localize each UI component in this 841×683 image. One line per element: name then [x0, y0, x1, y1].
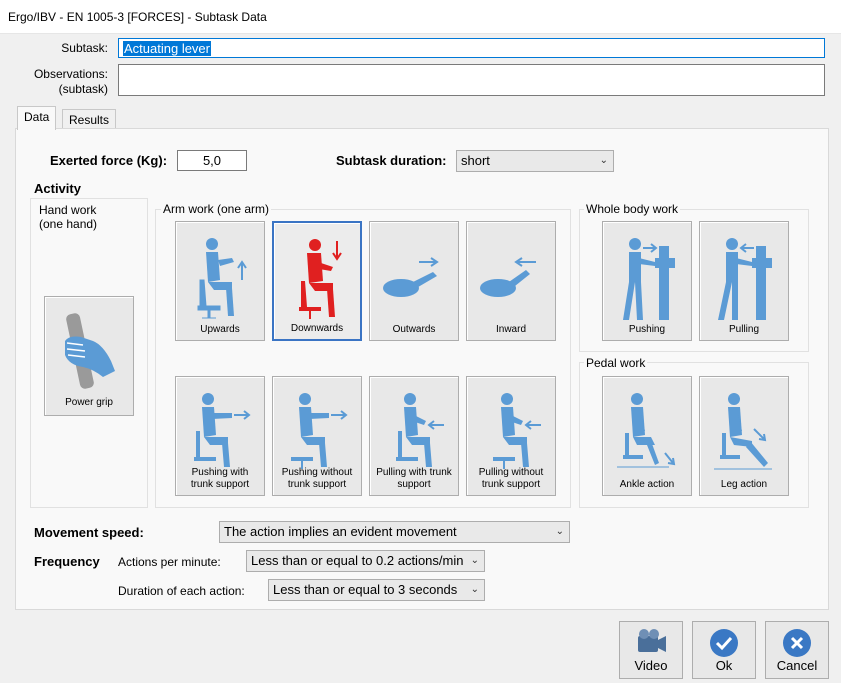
pulling-with-trunk-support-label: Pulling with trunk support	[372, 467, 456, 491]
subtask-input[interactable]: Actuating lever	[118, 38, 825, 58]
chevron-down-icon: ⌄	[470, 555, 479, 566]
duration-of-action-select[interactable]: Less than or equal to 3 seconds ⌄	[268, 579, 485, 601]
person-pushing-unsupported-icon	[291, 393, 348, 469]
pulling-without-line2: trunk support	[481, 479, 541, 490]
close-icon	[783, 629, 811, 657]
arm-downwards-button[interactable]: Downwards	[272, 221, 362, 341]
duration-of-action-value: Less than or equal to 3 seconds	[273, 582, 458, 597]
video-camera-icon	[638, 629, 666, 652]
whole-body-pulling-button[interactable]: Pulling	[699, 221, 789, 341]
person-pushing-wall-icon	[623, 238, 675, 320]
chevron-down-icon: ⌄	[599, 155, 608, 166]
movement-speed-label: Movement speed:	[34, 525, 144, 540]
subtask-value: Actuating lever	[123, 41, 211, 56]
exerted-force-label: Exerted force (Kg):	[50, 153, 168, 168]
exerted-force-input[interactable]: 5,0	[177, 150, 247, 171]
duration-of-action-label: Duration of each action:	[118, 584, 245, 598]
person-pushing-supported-icon	[194, 393, 251, 467]
movement-speed-value: The action implies an evident movement	[224, 524, 457, 539]
observations-label: Observations: (subtask)	[10, 67, 108, 97]
observations-label-line1: Observations:	[33, 67, 108, 81]
whole-body-pulling-label: Pulling	[728, 324, 760, 335]
pedal-work-title: Pedal work	[584, 356, 648, 370]
pulling-with-line1: Pulling with trunk	[376, 467, 452, 478]
video-button-label: Video	[634, 658, 668, 673]
actions-per-minute-value: Less than or equal to 0.2 actions/min	[251, 553, 464, 568]
subtask-label: Subtask:	[61, 41, 108, 55]
checkmark-icon	[710, 629, 738, 657]
power-grip-label: Power grip	[65, 397, 113, 408]
person-sitting-upwards-icon	[197, 238, 247, 319]
ok-button[interactable]: Ok	[692, 621, 756, 679]
person-pulling-supported-icon	[396, 393, 444, 467]
leg-action-button[interactable]: Leg action	[699, 376, 789, 496]
person-pulling-unsupported-icon	[493, 393, 541, 469]
arm-inward-icon	[480, 257, 536, 297]
arm-outwards-button[interactable]: Outwards	[369, 221, 459, 341]
window-title: Ergo/IBV - EN 1005-3 [FORCES] - Subtask …	[0, 0, 841, 34]
person-ankle-pedal-icon	[617, 393, 676, 468]
actions-per-minute-select[interactable]: Less than or equal to 0.2 actions/min ⌄	[246, 550, 485, 572]
activity-title: Activity	[34, 181, 81, 196]
power-grip-button[interactable]: Power grip	[44, 296, 134, 416]
person-pulling-wall-icon	[718, 238, 772, 320]
pushing-with-line1: Pushing with	[191, 467, 249, 478]
frequency-label: Frequency	[34, 554, 100, 569]
observations-label-line2: (subtask)	[58, 82, 108, 96]
person-sitting-downwards-icon	[299, 239, 342, 319]
pulling-without-trunk-support-button[interactable]: Pulling without trunk support	[466, 376, 556, 496]
arm-outwards-label: Outwards	[392, 324, 436, 335]
pulling-without-line1: Pulling without	[478, 467, 544, 478]
pulling-with-line2: support	[397, 479, 431, 490]
power-grip-icon	[65, 313, 115, 389]
arm-upwards-label: Upwards	[200, 324, 240, 335]
pushing-without-line1: Pushing without	[281, 467, 353, 478]
arm-outwards-icon	[383, 257, 439, 297]
subtask-duration-select[interactable]: short ⌄	[456, 150, 614, 172]
arm-work-title: Arm work (one arm)	[161, 202, 272, 216]
subtask-duration-value: short	[461, 153, 490, 168]
whole-body-work-title: Whole body work	[584, 202, 681, 216]
cancel-button-label: Cancel	[776, 658, 818, 673]
subtask-duration-label: Subtask duration:	[336, 153, 447, 168]
ankle-action-label: Ankle action	[619, 479, 675, 490]
movement-speed-select[interactable]: The action implies an evident movement ⌄	[219, 521, 570, 543]
chevron-down-icon: ⌄	[470, 584, 479, 595]
hand-work-title-line1: Hand work	[39, 203, 97, 217]
leg-action-label: Leg action	[720, 479, 768, 490]
arm-inward-label: Inward	[495, 324, 526, 335]
person-leg-pedal-icon	[714, 393, 772, 470]
ankle-action-button[interactable]: Ankle action	[602, 376, 692, 496]
actions-per-minute-label: Actions per minute:	[118, 555, 221, 569]
pushing-with-line2: trunk support	[190, 479, 250, 490]
pushing-with-trunk-support-label: Pushing with trunk support	[178, 467, 262, 491]
observations-textarea[interactable]	[118, 64, 825, 96]
arm-inward-button[interactable]: Inward	[466, 221, 556, 341]
arm-upwards-button[interactable]: Upwards	[175, 221, 265, 341]
whole-body-pushing-label: Pushing	[628, 324, 666, 335]
ok-button-label: Ok	[715, 658, 733, 673]
video-button[interactable]: Video	[619, 621, 683, 679]
pulling-without-trunk-support-label: Pulling without trunk support	[469, 467, 553, 491]
chevron-down-icon: ⌄	[555, 526, 564, 537]
arm-downwards-label: Downwards	[290, 323, 344, 334]
whole-body-pushing-button[interactable]: Pushing	[602, 221, 692, 341]
tab-data[interactable]: Data	[17, 106, 57, 130]
pushing-without-trunk-support-label: Pushing without trunk support	[275, 467, 359, 491]
pushing-without-line2: trunk support	[287, 479, 347, 490]
pulling-with-trunk-support-button[interactable]: Pulling with trunk support	[369, 376, 459, 496]
pushing-without-trunk-support-button[interactable]: Pushing without trunk support	[272, 376, 362, 496]
cancel-button[interactable]: Cancel	[765, 621, 829, 679]
pushing-with-trunk-support-button[interactable]: Pushing with trunk support	[175, 376, 265, 496]
hand-work-title-line2: (one hand)	[39, 217, 98, 231]
hand-work-title: Hand work (one hand)	[39, 203, 97, 231]
